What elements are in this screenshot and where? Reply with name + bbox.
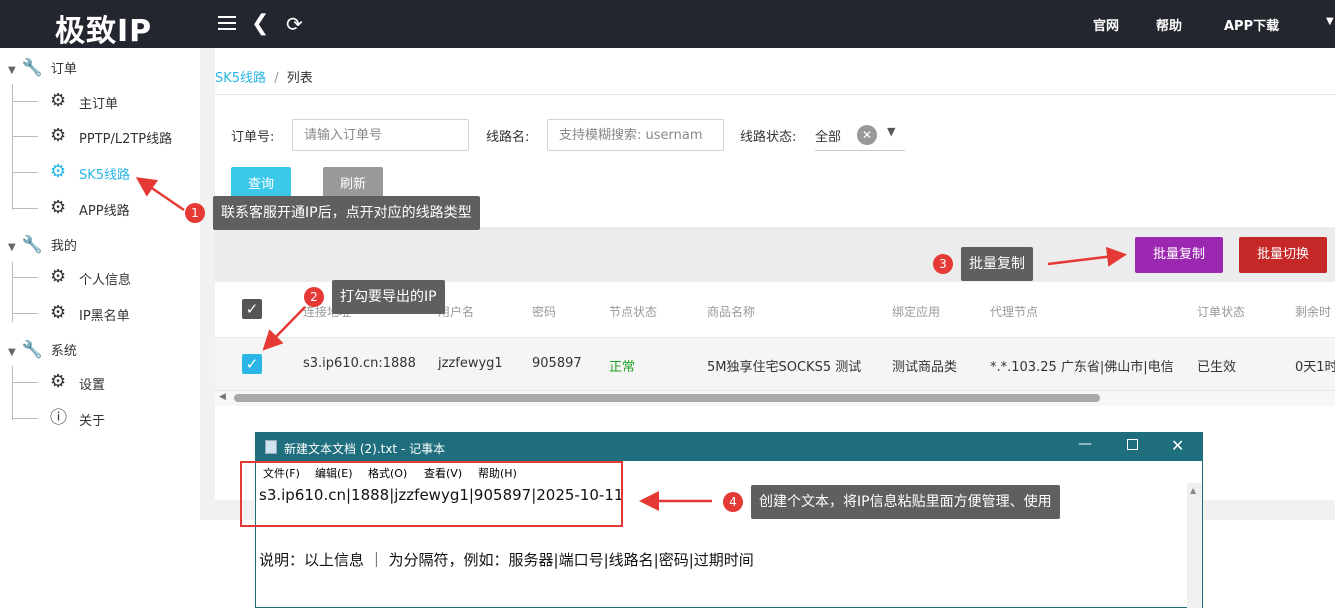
annotation-arrows — [135, 177, 1127, 511]
step-badge-2: 2 — [304, 287, 324, 307]
arrow-2 — [262, 306, 306, 351]
callout-2: 打勾要导出的IP — [332, 280, 445, 314]
arrow-3 — [1047, 246, 1127, 267]
step-badge-3: 3 — [933, 254, 953, 274]
arrow-1 — [135, 177, 185, 212]
callout-3: 批量复制 — [961, 247, 1033, 281]
callout-4: 创建个文本，将IP信息粘贴里面方便管理、使用 — [751, 485, 1060, 519]
step-badge-1: 1 — [185, 203, 205, 223]
callout-1: 联系客服开通IP后，点开对应的线路类型 — [213, 196, 480, 230]
step-badge-4: 4 — [723, 492, 743, 512]
